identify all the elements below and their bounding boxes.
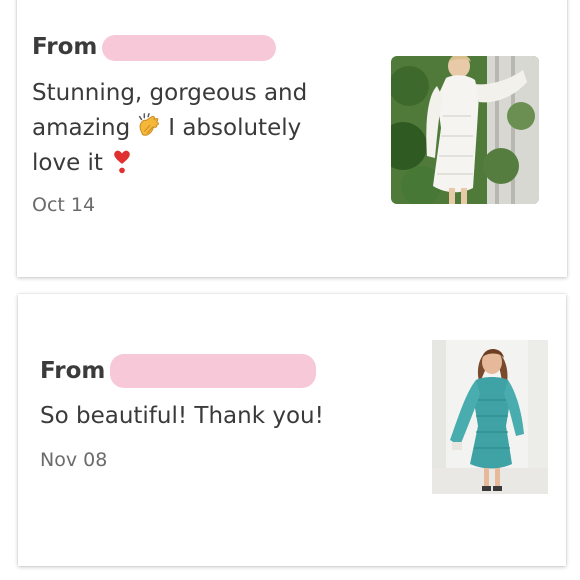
review-photo[interactable]: [432, 340, 548, 494]
teal-lace-dress-photo: [432, 340, 548, 494]
redacted-reviewer-name: [110, 354, 316, 388]
clapping-hands-emoji: [139, 113, 160, 136]
white-lace-dress-photo: [391, 56, 539, 204]
review-card: From So beautiful! Thank you! Nov 08: [18, 294, 566, 566]
review-text-line: Stunning, gorgeous and: [32, 80, 308, 106]
from-label: From: [32, 34, 98, 60]
review-text: Stunning, gorgeous and amazing I absolut…: [32, 76, 372, 181]
review-text-fragment: amazing: [32, 115, 131, 141]
review-text-fragment: I absolutely: [168, 115, 302, 141]
reviewer-line: From: [32, 34, 276, 61]
review-date: Oct 14: [32, 194, 96, 216]
reviewer-line: From: [40, 354, 316, 388]
from-label: From: [40, 358, 106, 384]
redacted-reviewer-name: [102, 35, 276, 61]
review-card: From Stunning, gorgeous and amazing I ab…: [17, 0, 567, 277]
heart-exclamation-emoji: [114, 150, 130, 174]
review-photo[interactable]: [391, 56, 539, 204]
review-date: Nov 08: [40, 449, 108, 471]
review-text: So beautiful! Thank you!: [40, 403, 324, 429]
review-text-fragment: love it: [32, 150, 103, 176]
